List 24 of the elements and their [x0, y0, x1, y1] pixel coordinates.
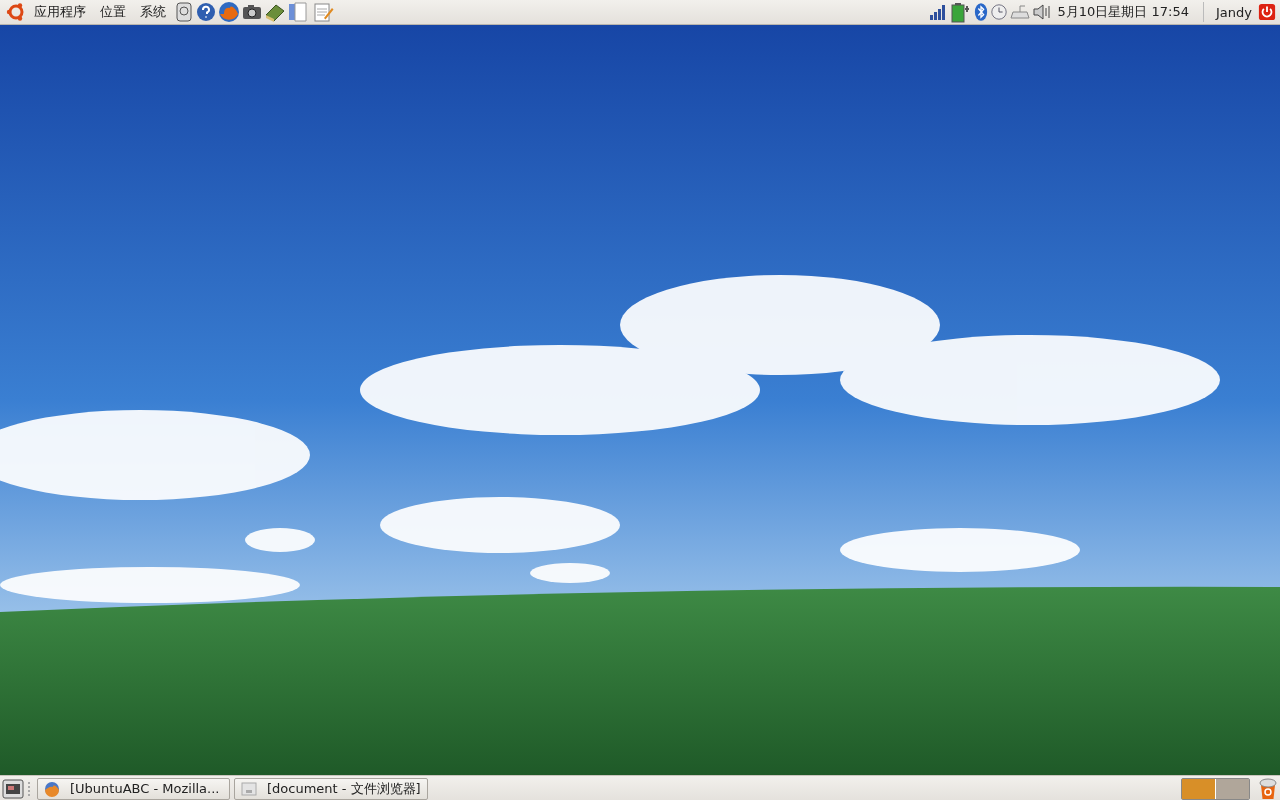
menu-item[interactable]: 位置	[94, 3, 132, 21]
user-name[interactable]: Jandy	[1212, 4, 1256, 20]
taskbar-button[interactable]: [document - 文件浏览器]	[234, 777, 428, 800]
document-icon[interactable]	[288, 1, 310, 23]
speaker-icon[interactable]	[1031, 2, 1052, 22]
camera-icon[interactable]	[242, 2, 262, 22]
workspace[interactable]	[1182, 778, 1216, 799]
power-icon[interactable]	[1258, 3, 1276, 21]
globe-icon[interactable]	[218, 1, 240, 23]
show-desktop-icon[interactable]	[2, 777, 24, 800]
bluetooth-icon[interactable]	[973, 2, 988, 22]
taskbar-button[interactable]: [UbuntuABC - Mozilla...	[37, 777, 230, 800]
file-cabinet-icon	[241, 780, 257, 797]
clock[interactable]: 5月10日星期日 17:54	[1053, 3, 1195, 21]
signal-bars-icon[interactable]	[927, 2, 948, 22]
battery-plug-icon[interactable]	[949, 1, 972, 23]
globe-icon	[44, 780, 60, 797]
help-icon[interactable]	[196, 2, 216, 22]
menu-item[interactable]: 应用程序	[28, 3, 92, 21]
ubuntu-logo-icon[interactable]	[6, 2, 26, 22]
trash-icon[interactable]	[1258, 777, 1278, 800]
menu-item[interactable]: 系统	[134, 3, 172, 21]
clock-face-icon[interactable]	[989, 3, 1008, 21]
notepad-icon[interactable]	[312, 1, 334, 23]
